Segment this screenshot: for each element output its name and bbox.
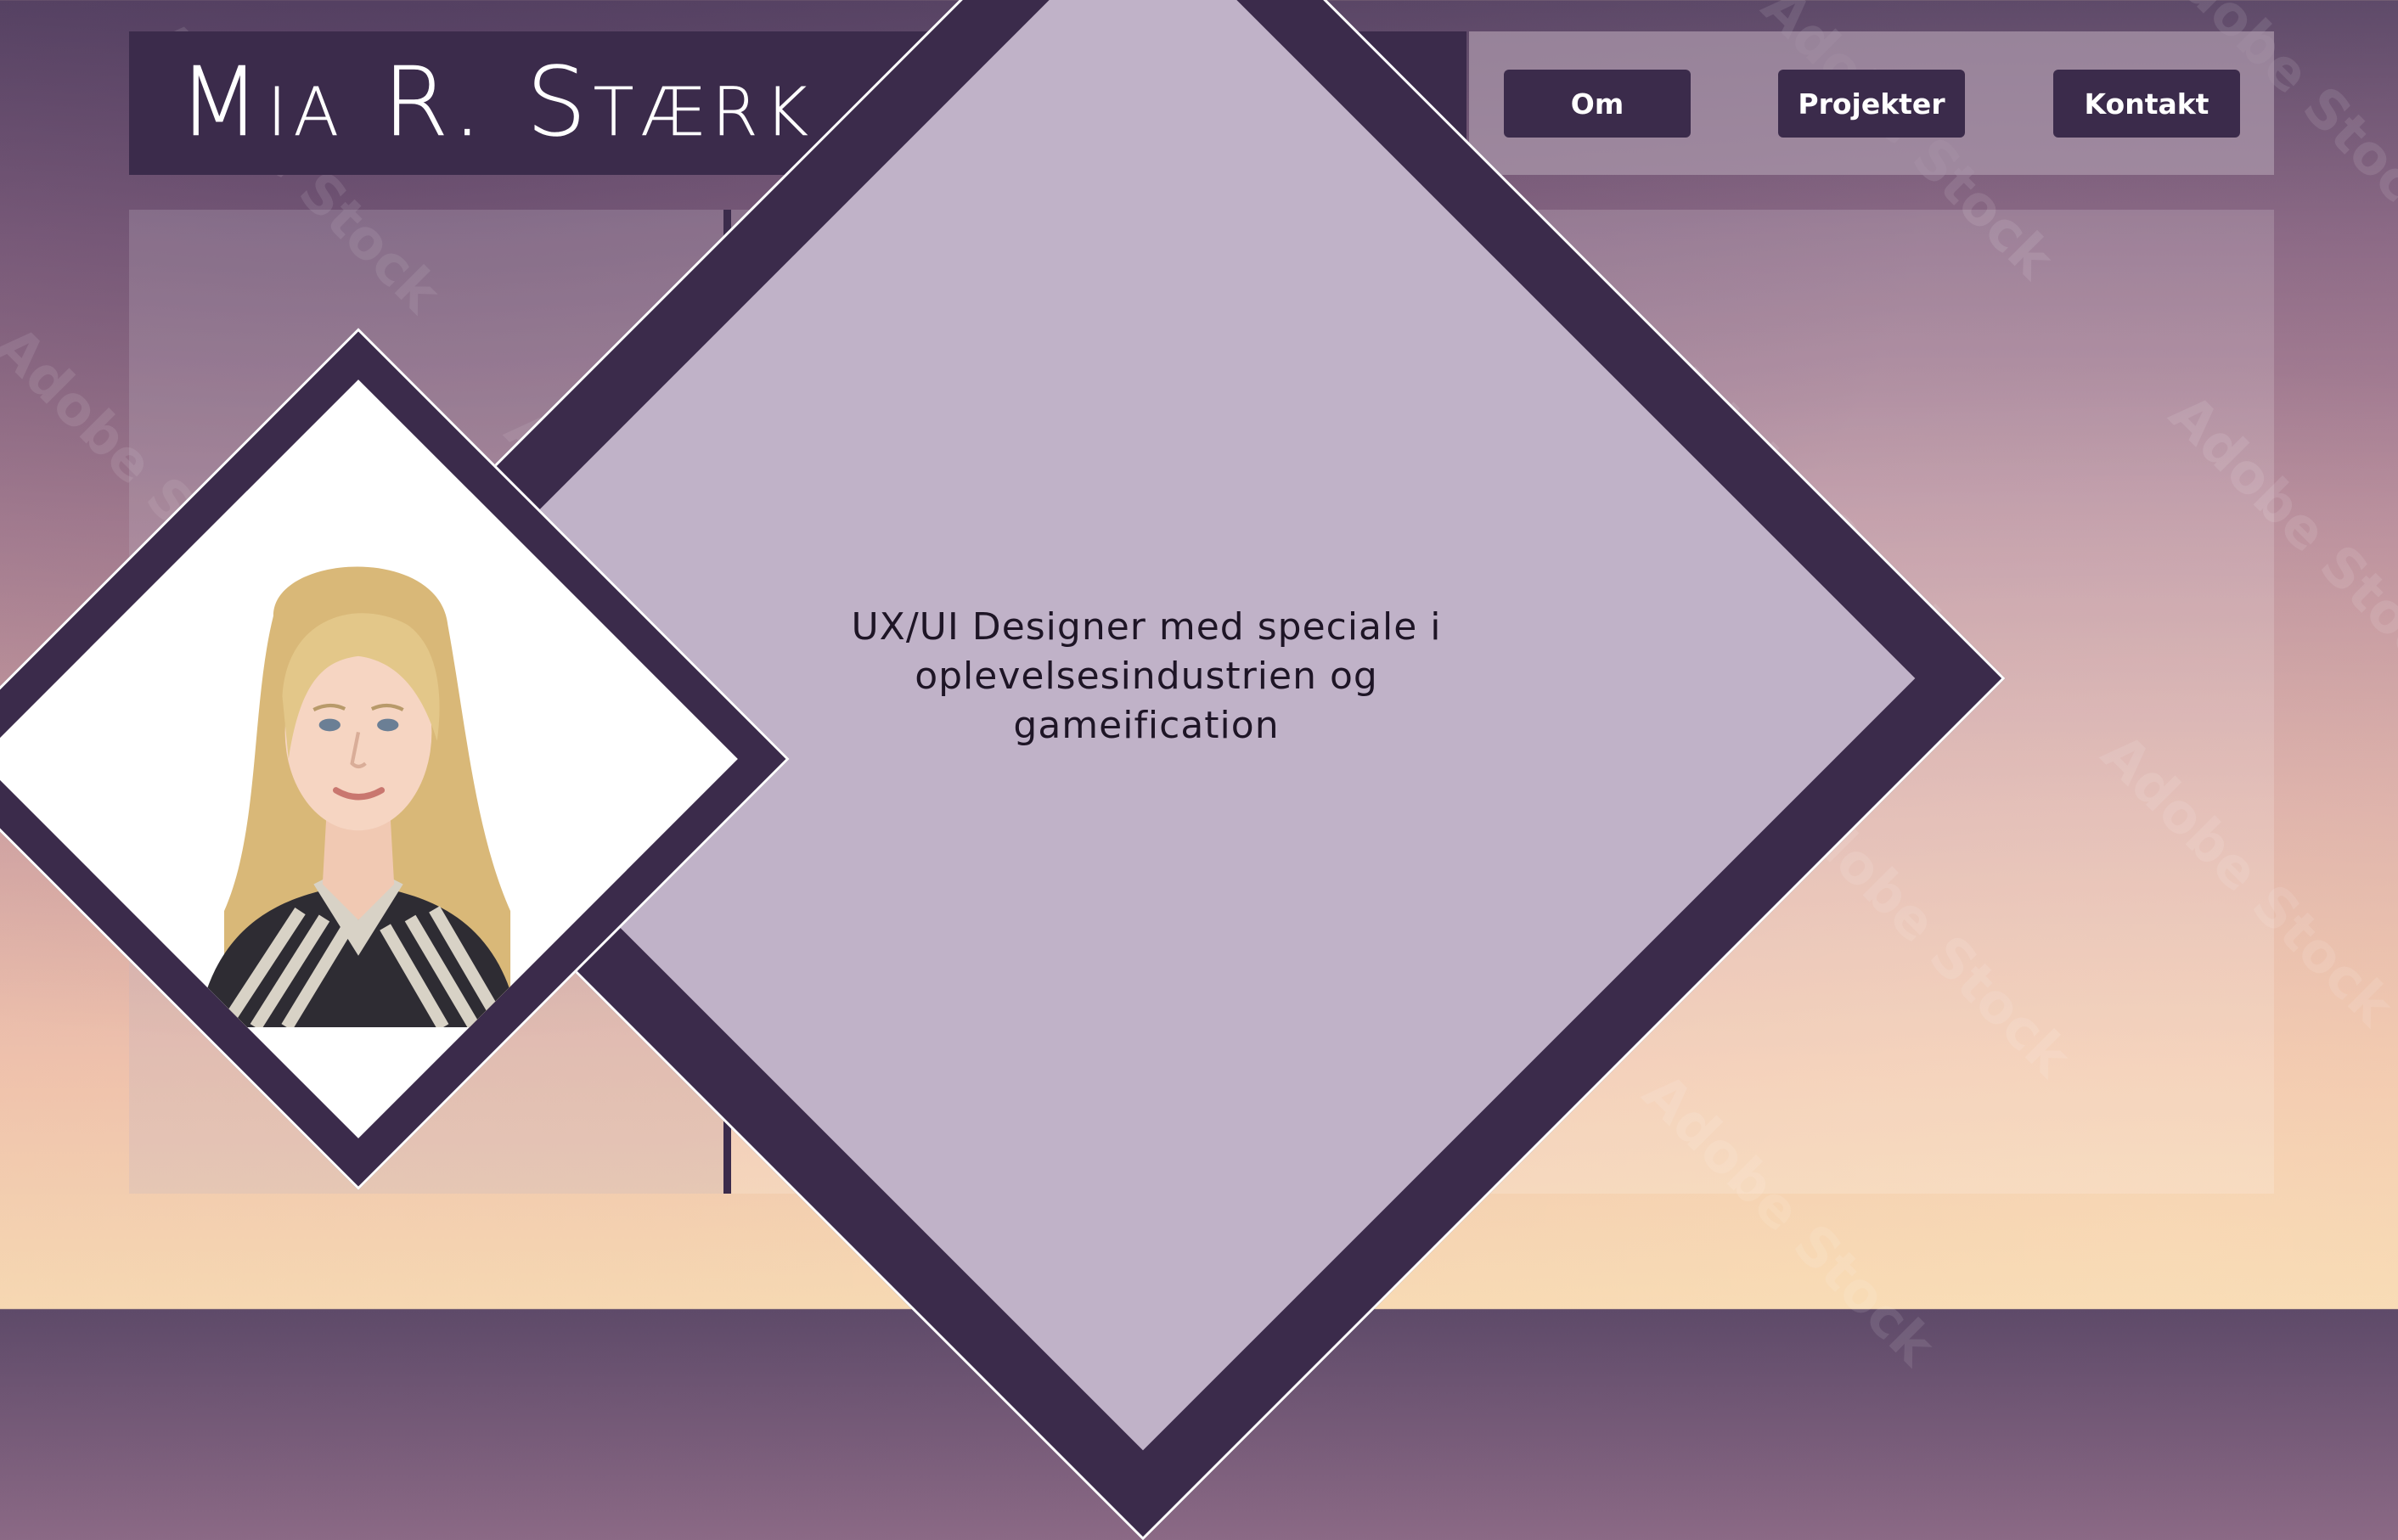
nav-bar: Om Projekter Kontakt (1469, 31, 2274, 175)
portrait-photo (90, 491, 628, 1027)
hero-tagline: UX/UI Designer med speciale i oplevelses… (851, 605, 1442, 747)
nav-button-om[interactable]: Om (1504, 70, 1691, 138)
nav-button-kontakt[interactable]: Kontakt (2053, 70, 2240, 138)
site-logo[interactable]: Mia R. Stærk (178, 55, 815, 151)
nav-button-projekter[interactable]: Projekter (1778, 70, 1965, 138)
